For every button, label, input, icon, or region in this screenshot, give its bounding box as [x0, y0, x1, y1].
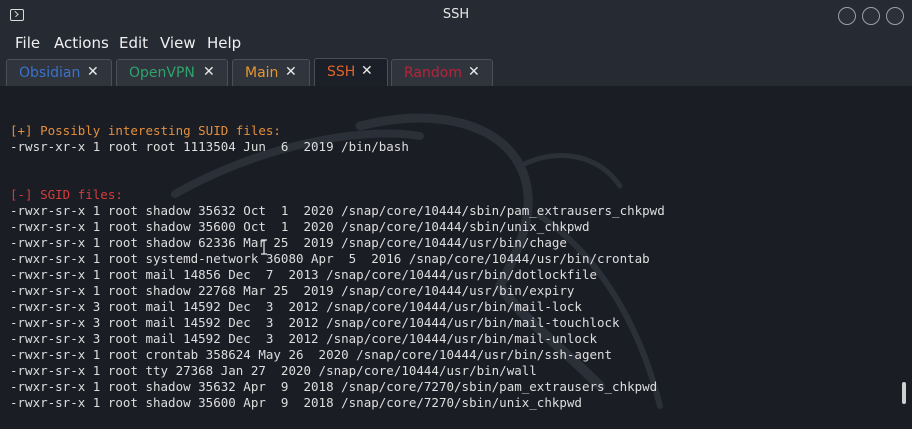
sgid-file-line: -rwxr-sr-x 1 root tty 27368 Jan 27 2020 …	[10, 363, 537, 378]
tab-bar: Obsidian ✕ OpenVPN ✕ Main ✕ SSH ✕ Random…	[0, 58, 912, 87]
sgid-file-line: -rwxr-sr-x 1 root shadow 35600 Oct 1 202…	[10, 219, 590, 234]
suid-header: [+] Possibly interesting SUID files:	[10, 123, 281, 138]
close-icon[interactable]: ✕	[361, 63, 373, 79]
sgid-file-line: -rwxr-sr-x 1 root shadow 22768 Mar 25 20…	[10, 283, 575, 298]
sgid-file-line: -rwxr-sr-x 1 root shadow 35632 Oct 1 202…	[10, 203, 665, 218]
terminal-output[interactable]: [+] Possibly interesting SUID files: -rw…	[0, 86, 912, 429]
tab-main[interactable]: Main ✕	[232, 59, 310, 87]
window-title: SSH	[442, 7, 470, 22]
close-icon[interactable]: ✕	[285, 64, 297, 80]
close-icon[interactable]: ✕	[468, 64, 480, 80]
tab-label: Main	[245, 65, 279, 81]
tab-label: SSH	[327, 64, 356, 80]
sgid-file-line: -rwxr-sr-x 1 root shadow 62336 Mar 25 20…	[10, 235, 567, 250]
tab-openvpn[interactable]: OpenVPN ✕	[116, 59, 228, 87]
text-cursor-icon	[261, 239, 267, 255]
tab-obsidian[interactable]: Obsidian ✕	[6, 59, 112, 87]
minimize-button[interactable]	[838, 7, 856, 25]
menu-bar: File Actions Edit View Help	[0, 32, 912, 58]
menu-file[interactable]: File	[15, 34, 40, 52]
sgid-file-line: -rwxr-sr-x 1 root systemd-network 36080 …	[10, 251, 650, 266]
tab-label: OpenVPN	[129, 65, 195, 81]
close-icon[interactable]: ✕	[203, 64, 215, 80]
tab-label: Random	[404, 65, 462, 81]
sgid-file-line: -rwxr-sr-x 1 root shadow 35632 Apr 9 201…	[10, 379, 658, 394]
sgid-file-line: -rwxr-sr-x 1 root crontab 358624 May 26 …	[10, 347, 613, 362]
close-window-button[interactable]	[886, 7, 904, 25]
tab-label: Obsidian	[19, 65, 81, 81]
menu-view[interactable]: View	[160, 34, 196, 52]
maximize-button[interactable]	[862, 7, 880, 25]
sgid-file-line: -rwxr-sr-x 1 root shadow 35600 Apr 9 201…	[10, 395, 582, 410]
close-icon[interactable]: ✕	[87, 64, 99, 80]
title-bar: SSH	[0, 0, 912, 32]
menu-help[interactable]: Help	[207, 34, 241, 52]
sgid-file-line: -rwxr-sr-x 3 root mail 14592 Dec 3 2012 …	[10, 315, 620, 330]
tab-ssh[interactable]: SSH ✕	[314, 58, 388, 87]
menu-actions[interactable]: Actions	[54, 34, 109, 52]
tab-random[interactable]: Random ✕	[391, 59, 493, 87]
suid-file-line: -rwsr-xr-x 1 root root 1113504 Jun 6 201…	[10, 139, 409, 154]
scrollbar-thumb[interactable]	[902, 382, 906, 404]
sgid-file-line: -rwxr-sr-x 3 root mail 14592 Dec 3 2012 …	[10, 299, 582, 314]
sgid-file-line: -rwxr-sr-x 1 root mail 14856 Dec 7 2013 …	[10, 267, 597, 282]
menu-edit[interactable]: Edit	[119, 34, 148, 52]
sgid-file-line: -rwxr-sr-x 3 root mail 14592 Dec 3 2012 …	[10, 331, 597, 346]
sgid-header: [-] SGID files:	[10, 187, 123, 202]
